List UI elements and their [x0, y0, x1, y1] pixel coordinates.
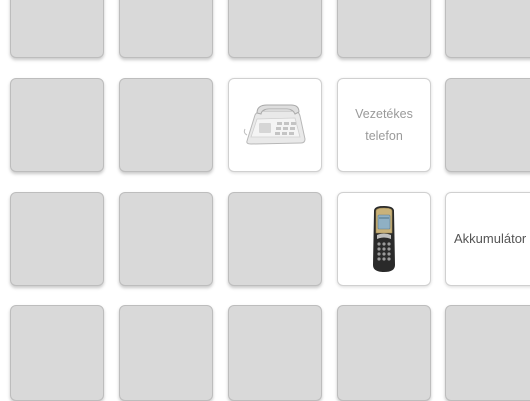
card-face-down[interactable] [228, 192, 322, 286]
card-face-down[interactable] [10, 192, 104, 286]
card-face-down[interactable] [445, 0, 530, 58]
card-face-down[interactable] [337, 0, 431, 58]
card-face-down[interactable] [445, 78, 530, 172]
card-face-down[interactable] [119, 78, 213, 172]
card-landline-word[interactable]: Vezetékes telefon [337, 78, 431, 172]
card-word-label: Akkumulátor [454, 231, 527, 246]
memory-board: Vezetékes telefon Akkumulátor [0, 0, 530, 401]
mobile-phone-icon [369, 205, 399, 273]
card-face-down[interactable] [228, 0, 322, 58]
card-battery-word[interactable]: Akkumulátor [445, 192, 530, 286]
card-face-down[interactable] [119, 305, 213, 401]
card-mobile-image[interactable] [337, 192, 431, 286]
card-face-down[interactable] [119, 192, 213, 286]
card-face-down[interactable] [445, 305, 530, 401]
card-face-down[interactable] [119, 0, 213, 58]
card-word-label: Vezetékes telefon [355, 107, 413, 143]
card-landline-image[interactable] [228, 78, 322, 172]
card-face-down[interactable] [228, 305, 322, 401]
card-face-down[interactable] [10, 305, 104, 401]
landline-phone-icon [243, 101, 307, 149]
card-face-down[interactable] [337, 305, 431, 401]
card-face-down[interactable] [10, 78, 104, 172]
card-face-down[interactable] [10, 0, 104, 58]
